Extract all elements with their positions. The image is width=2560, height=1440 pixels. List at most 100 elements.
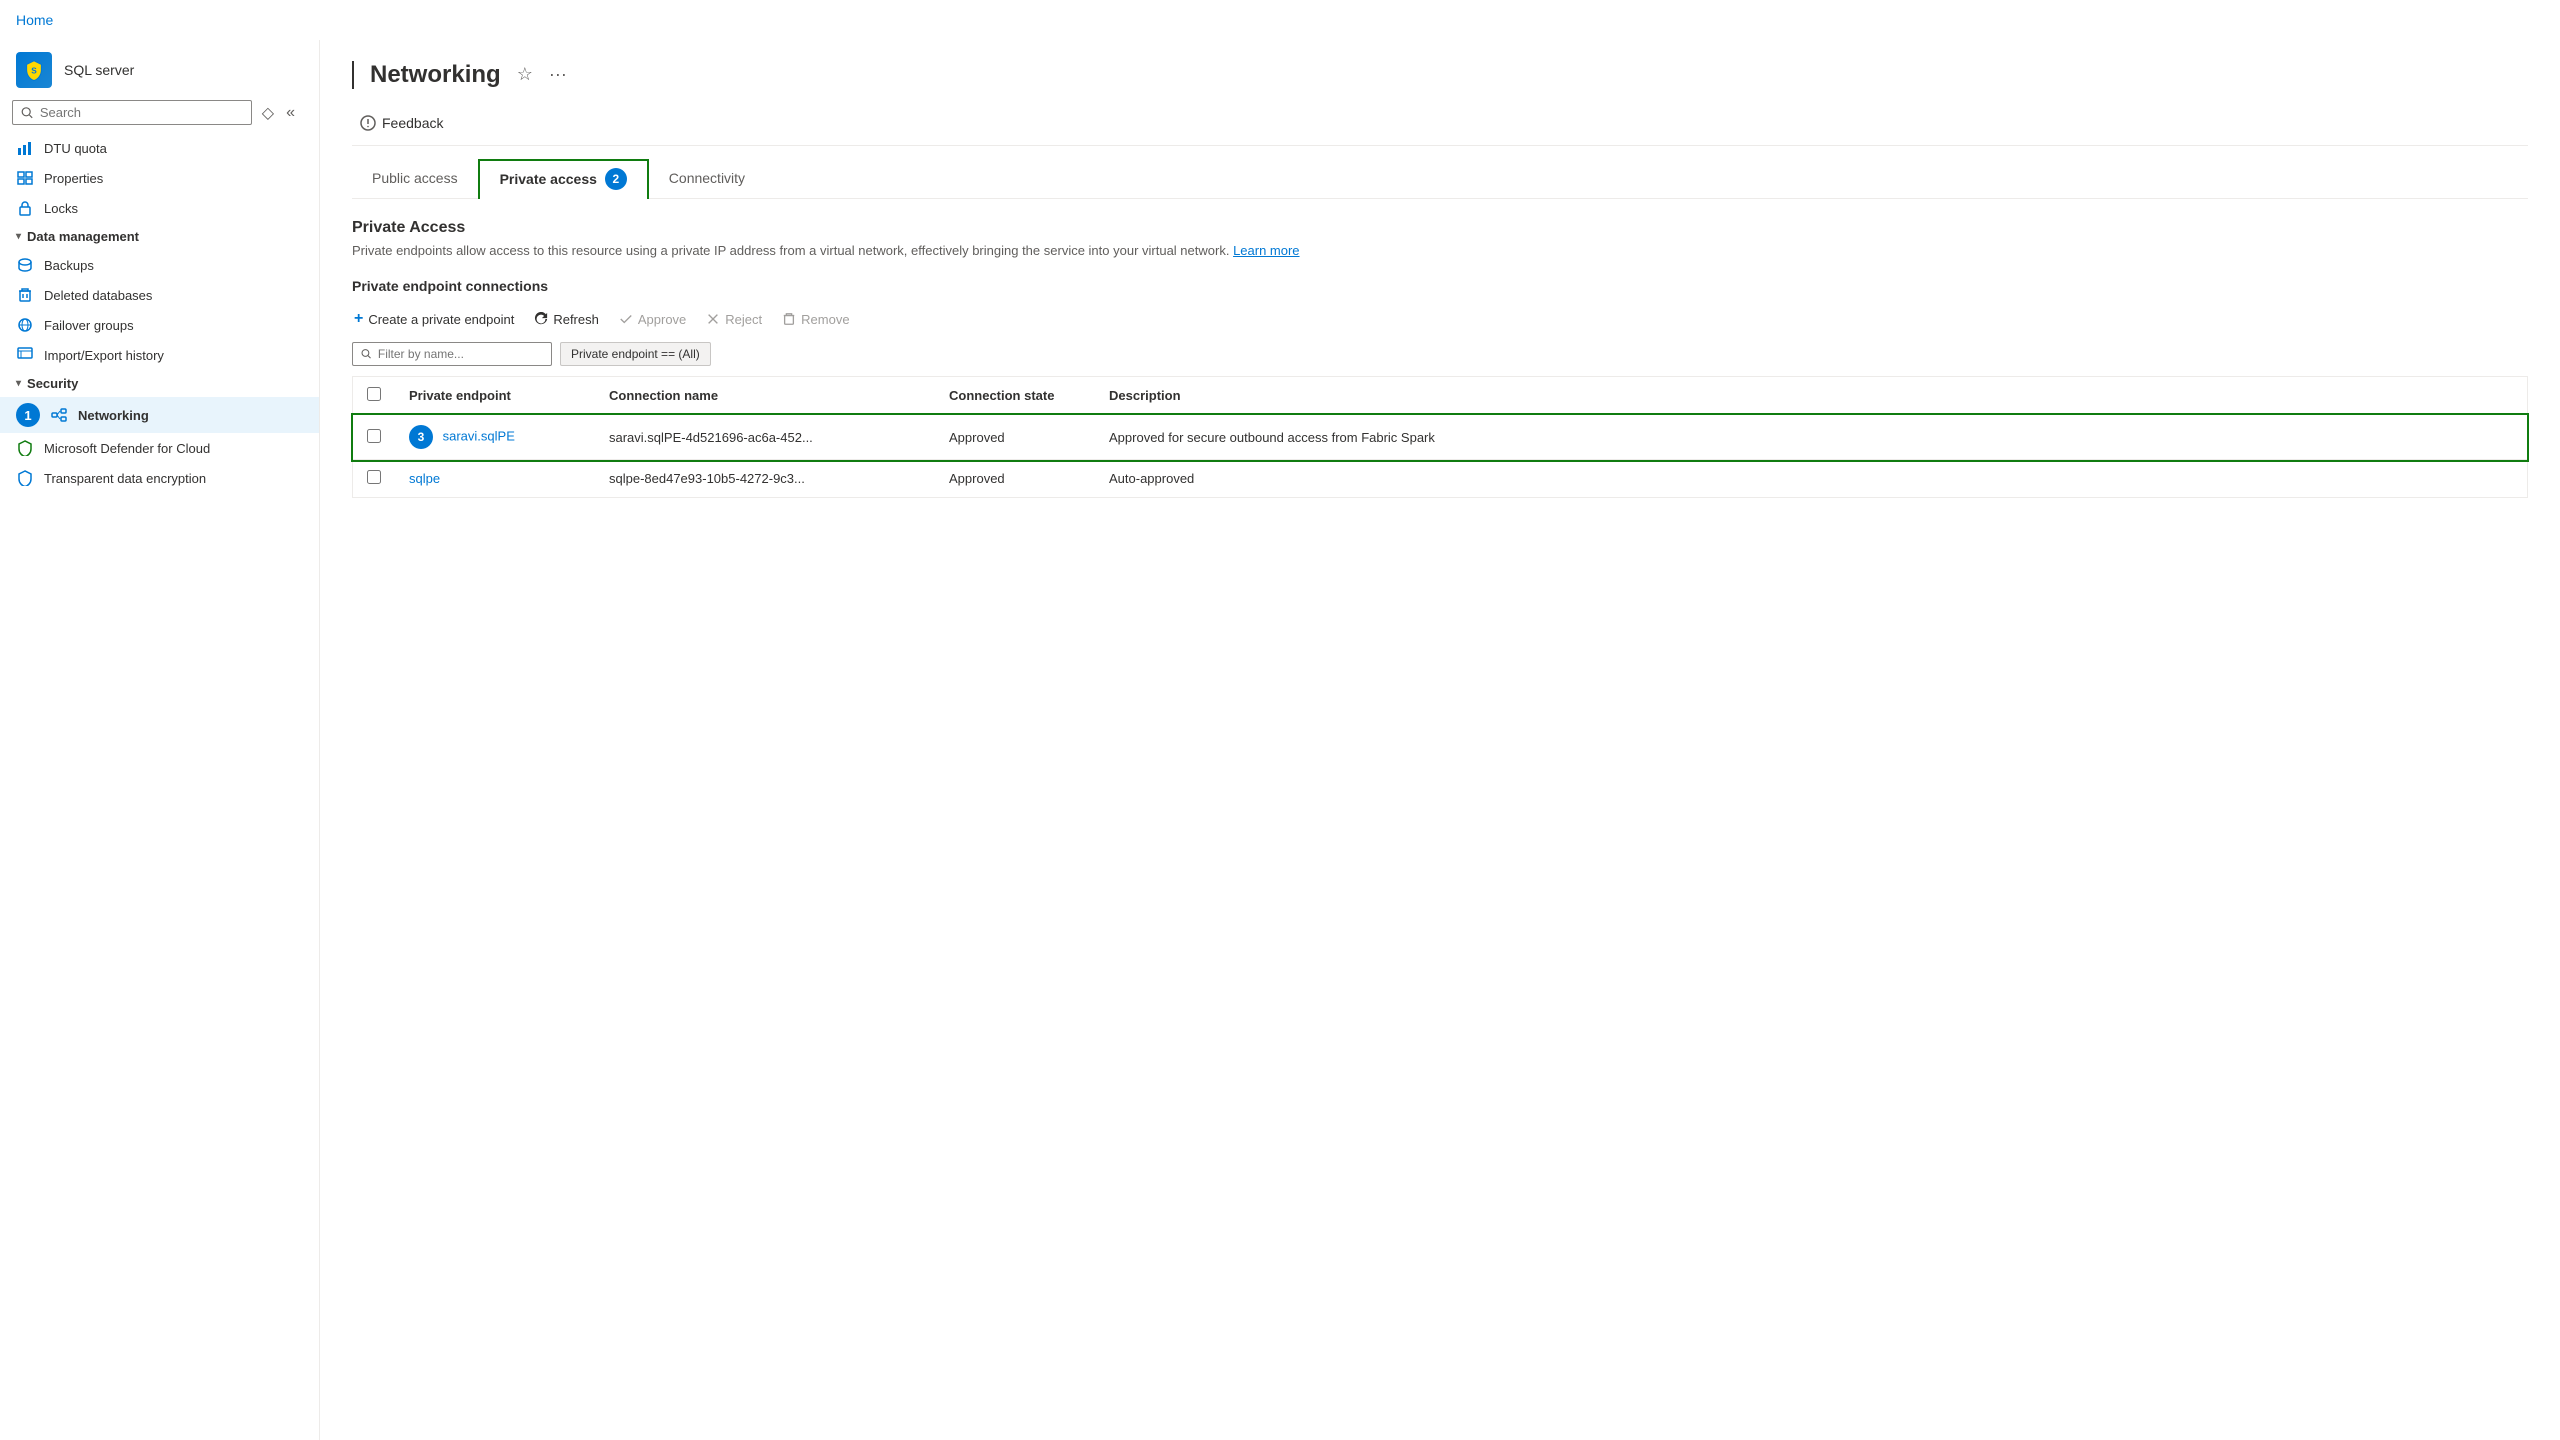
reject-btn[interactable]: Reject <box>704 308 764 331</box>
sidebar-section-data-management[interactable]: ▾ Data management <box>0 223 319 250</box>
feedback-icon <box>360 115 376 131</box>
table-row: sqlpe sqlpe-8ed47e93-10b5-4272-9c3... Ap… <box>353 460 2527 498</box>
create-endpoint-label: Create a private endpoint <box>368 312 514 327</box>
sidebar-item-deleted-databases[interactable]: Deleted databases <box>0 280 319 310</box>
row2-desc: Auto-approved <box>1109 471 1194 486</box>
dtu-quota-label: DTU quota <box>44 141 107 156</box>
tab-private-access-label: Private access <box>500 171 597 187</box>
sidebar-item-networking[interactable]: 1 Networking <box>0 397 319 433</box>
approve-label: Approve <box>638 312 686 327</box>
sidebar-item-dtu-quota[interactable]: DTU quota <box>0 133 319 163</box>
row2-desc-cell: Auto-approved <box>1095 460 2527 498</box>
col-header-endpoint: Private endpoint <box>395 377 595 415</box>
sidebar-pin-btn[interactable]: ◇ <box>258 101 278 125</box>
properties-icon <box>16 169 34 187</box>
plus-icon: + <box>354 310 363 328</box>
approve-btn[interactable]: Approve <box>617 308 688 331</box>
sidebar-item-failover-groups[interactable]: Failover groups <box>0 310 319 340</box>
col-header-desc: Description <box>1095 377 2527 415</box>
failover-groups-label: Failover groups <box>44 318 134 333</box>
row2-connection-name: sqlpe-8ed47e93-10b5-4272-9c3... <box>609 471 805 486</box>
sidebar-scroll: DTU quota Properties Locks <box>0 133 319 1440</box>
page-title: Networking <box>370 61 501 89</box>
networking-label: Networking <box>78 408 149 423</box>
data-management-chevron: ▾ <box>16 231 21 242</box>
sidebar-item-defender[interactable]: Microsoft Defender for Cloud <box>0 433 319 463</box>
page-header-divider <box>352 61 354 89</box>
filter-search-input[interactable] <box>378 347 543 361</box>
tab-private-access[interactable]: Private access 2 <box>478 159 649 199</box>
sidebar-item-import-export[interactable]: Import/Export history <box>0 340 319 370</box>
col-header-state: Connection state <box>935 377 1095 415</box>
dtu-quota-icon <box>16 139 34 157</box>
row1-state-cell: Approved <box>935 415 1095 460</box>
locks-label: Locks <box>44 201 78 216</box>
tabs: Public access Private access 2 Connectiv… <box>352 158 2528 199</box>
main-content: Networking ☆ ··· Feedback Pu <box>320 40 2560 1440</box>
row1-checkbox[interactable] <box>367 429 381 443</box>
row2-check-cell <box>353 460 395 498</box>
private-access-content: Private Access Private endpoints allow a… <box>352 219 2528 498</box>
row1-desc-cell: Approved for secure outbound access from… <box>1095 415 2527 460</box>
feedback-label: Feedback <box>382 115 443 131</box>
tab-connectivity-label: Connectivity <box>669 170 745 186</box>
refresh-btn[interactable]: Refresh <box>532 308 601 331</box>
tab-public-access-label: Public access <box>372 170 458 186</box>
home-link[interactable]: Home <box>16 12 53 28</box>
refresh-icon <box>534 312 548 326</box>
sidebar-item-properties[interactable]: Properties <box>0 163 319 193</box>
sidebar-item-backups[interactable]: Backups <box>0 250 319 280</box>
feedback-button[interactable]: Feedback <box>352 111 451 135</box>
approve-icon <box>619 312 633 326</box>
page-header: Networking ☆ ··· <box>352 60 2528 89</box>
svg-text:S: S <box>31 67 37 76</box>
sidebar-item-tde[interactable]: Transparent data encryption <box>0 463 319 493</box>
backups-icon <box>16 256 34 274</box>
security-label: Security <box>27 376 78 391</box>
failover-groups-icon <box>16 316 34 334</box>
tab-private-access-badge: 2 <box>605 168 627 190</box>
import-export-label: Import/Export history <box>44 348 164 363</box>
header-actions: ☆ ··· <box>513 60 571 89</box>
backups-label: Backups <box>44 258 94 273</box>
private-access-title: Private Access <box>352 219 2528 237</box>
networking-badge: 1 <box>16 403 40 427</box>
remove-btn[interactable]: Remove <box>780 308 851 331</box>
filter-bar: Private endpoint == (All) <box>352 342 2528 366</box>
filter-search-box[interactable] <box>352 342 552 366</box>
row2-endpoint-link[interactable]: sqlpe <box>409 471 440 486</box>
sidebar-search-input[interactable] <box>40 105 243 120</box>
app-container: Home S SQL server <box>0 0 2560 1440</box>
create-endpoint-btn[interactable]: + Create a private endpoint <box>352 306 516 332</box>
sidebar-section-security[interactable]: ▾ Security <box>0 370 319 397</box>
more-options-btn[interactable]: ··· <box>545 60 571 89</box>
locks-icon <box>16 199 34 217</box>
table-row: 3 saravi.sqlPE saravi.sqlPE-4d521696-ac6… <box>353 415 2527 460</box>
refresh-label: Refresh <box>553 312 599 327</box>
data-management-label: Data management <box>27 229 139 244</box>
import-export-icon <box>16 346 34 364</box>
row2-checkbox[interactable] <box>367 470 381 484</box>
resource-icon: S <box>16 52 52 88</box>
table-body: 3 saravi.sqlPE saravi.sqlPE-4d521696-ac6… <box>353 415 2527 498</box>
sidebar-collapse-btn[interactable]: « <box>282 101 299 125</box>
connections-title: Private endpoint connections <box>352 278 2528 294</box>
table-container: Private endpoint Connection name Connect… <box>352 376 2528 498</box>
tab-public-access[interactable]: Public access <box>352 158 478 198</box>
learn-more-link[interactable]: Learn more <box>1233 243 1299 258</box>
tde-label: Transparent data encryption <box>44 471 206 486</box>
security-chevron: ▾ <box>16 378 21 389</box>
sidebar-header: S SQL server <box>0 40 319 96</box>
row1-endpoint-link[interactable]: saravi.sqlPE <box>443 428 515 443</box>
sidebar-search-area: ◇ « <box>0 96 319 133</box>
private-access-desc-text: Private endpoints allow access to this r… <box>352 243 1229 258</box>
col-header-check <box>353 377 395 415</box>
tab-connectivity[interactable]: Connectivity <box>649 158 765 198</box>
row2-endpoint-cell: sqlpe <box>395 460 595 498</box>
favorite-btn[interactable]: ☆ <box>513 60 537 89</box>
content-inner: Networking ☆ ··· Feedback Pu <box>320 40 2560 518</box>
networking-icon <box>50 406 68 424</box>
sidebar-item-locks[interactable]: Locks <box>0 193 319 223</box>
sidebar-search-box[interactable] <box>12 100 252 125</box>
select-all-checkbox[interactable] <box>367 387 381 401</box>
